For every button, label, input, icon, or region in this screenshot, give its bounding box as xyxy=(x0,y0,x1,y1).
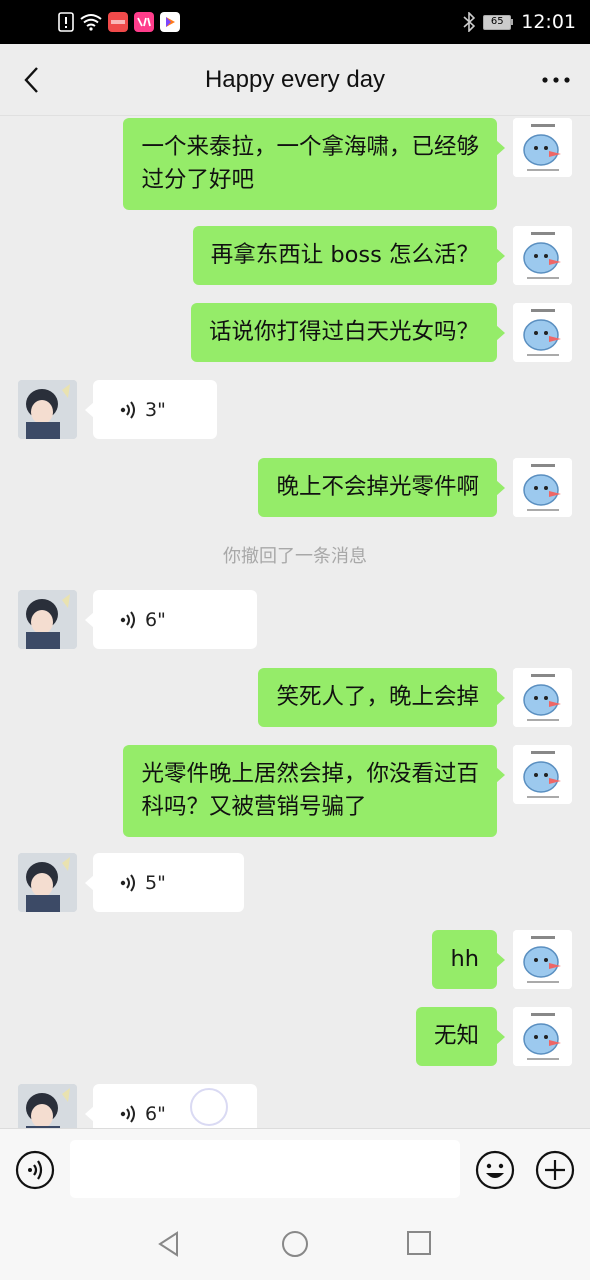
chat-title: Happy every day xyxy=(204,65,386,93)
voice-input-icon xyxy=(15,1150,55,1190)
message-bubble-self[interactable]: 晚上不会掉光零件啊 xyxy=(258,458,505,517)
self-avatar[interactable] xyxy=(513,118,572,177)
message-text-line: 笑死人了，晚上会掉 xyxy=(276,684,479,710)
self-avatar[interactable] xyxy=(513,226,572,285)
voice-duration: 5" xyxy=(145,871,166,894)
message-text-line: 再拿东西让 boss 怎么活？ xyxy=(210,242,479,268)
message-bubble-self[interactable]: 再拿东西让 boss 怎么活？ xyxy=(192,226,506,285)
contact-avatar[interactable] xyxy=(18,853,77,912)
huawei-video-app-icon xyxy=(108,12,128,32)
touch-indicator xyxy=(190,1088,228,1126)
voice-message-bubble[interactable]: 3" xyxy=(85,380,217,439)
message-input[interactable] xyxy=(70,1140,460,1198)
contact-avatar-image xyxy=(18,590,77,649)
status-time: 12:01 xyxy=(521,11,576,33)
self-avatar[interactable] xyxy=(513,1007,572,1066)
message-text-line: 晚上不会掉光零件啊 xyxy=(276,474,479,500)
alert-icon xyxy=(58,12,74,32)
dolphin-avatar-icon xyxy=(513,226,572,285)
message-text-line: 科吗？又被营销号骗了 xyxy=(141,794,367,820)
dolphin-avatar-icon xyxy=(513,668,572,727)
message-bubble-self[interactable]: 话说你打得过白天光女吗？ xyxy=(190,303,506,362)
contact-avatar-image xyxy=(18,380,77,439)
chat-header: Happy every day xyxy=(0,44,590,116)
voice-message-bubble[interactable]: 5" xyxy=(85,853,244,912)
dolphin-avatar-icon xyxy=(513,118,572,177)
dolphin-avatar-icon xyxy=(513,303,572,362)
self-avatar[interactable] xyxy=(513,303,572,362)
more-dots-icon xyxy=(542,77,570,83)
voice-wave-icon xyxy=(120,400,135,419)
wifi-icon xyxy=(80,14,102,31)
chevron-left-icon xyxy=(24,67,38,93)
voice-duration: 6" xyxy=(145,608,166,631)
dolphin-avatar-icon xyxy=(513,1007,572,1066)
self-avatar[interactable] xyxy=(513,930,572,989)
message-bubble-self[interactable]: 笑死人了，晚上会掉 xyxy=(258,668,505,727)
self-avatar[interactable] xyxy=(513,458,572,517)
message-bubble-self[interactable]: 光零件晚上居然会掉，你没看过百 科吗？又被营销号骗了 xyxy=(123,745,505,837)
message-bubble-self[interactable]: 无知 xyxy=(415,1007,506,1066)
self-avatar[interactable] xyxy=(513,668,572,727)
back-button[interactable] xyxy=(14,62,50,98)
chat-message-list[interactable]: 一个来泰拉，一个拿海啸，已经够 过分了好吧 再拿东西让 boss 怎么活？ 话说… xyxy=(0,116,590,1128)
self-avatar[interactable] xyxy=(513,745,572,804)
battery-icon: 65 xyxy=(483,14,514,30)
voice-duration: 6" xyxy=(145,1102,166,1125)
nav-back-icon[interactable] xyxy=(155,1230,183,1258)
emoji-icon xyxy=(475,1150,515,1190)
contact-avatar[interactable] xyxy=(18,1084,77,1128)
message-text-line: 话说你打得过白天光女吗？ xyxy=(208,319,479,345)
video-app-icon xyxy=(160,12,180,32)
input-bar xyxy=(0,1128,590,1206)
message-text-line: 无知 xyxy=(433,1023,479,1049)
dolphin-avatar-icon xyxy=(513,458,572,517)
status-left-icons xyxy=(58,12,180,32)
plus-icon xyxy=(535,1150,575,1190)
voice-message-bubble[interactable]: 6" xyxy=(85,1084,257,1128)
message-text-line: 过分了好吧 xyxy=(141,167,254,193)
voice-wave-icon xyxy=(120,1104,135,1123)
voice-duration: 3" xyxy=(145,398,166,421)
voice-message-bubble[interactable]: 6" xyxy=(85,590,257,649)
youku-app-icon xyxy=(134,12,154,32)
message-text-line: 光零件晚上居然会掉，你没看过百 xyxy=(141,761,479,787)
message-bubble-self[interactable]: 一个来泰拉，一个拿海啸，已经够 过分了好吧 xyxy=(123,118,505,210)
nav-home-icon[interactable] xyxy=(281,1230,309,1258)
contact-avatar-image xyxy=(18,853,77,912)
bluetooth-icon xyxy=(463,12,476,32)
emoji-button[interactable] xyxy=(475,1150,515,1190)
recall-notice: 你撤回了一条消息 xyxy=(223,546,367,567)
contact-avatar[interactable] xyxy=(18,590,77,649)
message-text-line: 一个来泰拉，一个拿海啸，已经够 xyxy=(141,134,479,160)
message-text-line: hh xyxy=(450,946,479,972)
message-bubble-self[interactable]: hh xyxy=(432,930,505,989)
voice-wave-icon xyxy=(120,873,135,892)
status-right: 65 12:01 xyxy=(463,11,576,33)
nav-recents-icon[interactable] xyxy=(406,1230,434,1258)
more-actions-button[interactable] xyxy=(535,1150,575,1190)
system-nav-bar xyxy=(0,1206,590,1280)
voice-input-button[interactable] xyxy=(15,1150,55,1190)
dolphin-avatar-icon xyxy=(513,745,572,804)
battery-level: 65 xyxy=(483,14,512,30)
dolphin-avatar-icon xyxy=(513,930,572,989)
more-button[interactable] xyxy=(536,62,576,98)
contact-avatar-image xyxy=(18,1084,77,1128)
status-bar: 65 12:01 xyxy=(0,0,590,44)
contact-avatar[interactable] xyxy=(18,380,77,439)
voice-wave-icon xyxy=(120,610,135,629)
